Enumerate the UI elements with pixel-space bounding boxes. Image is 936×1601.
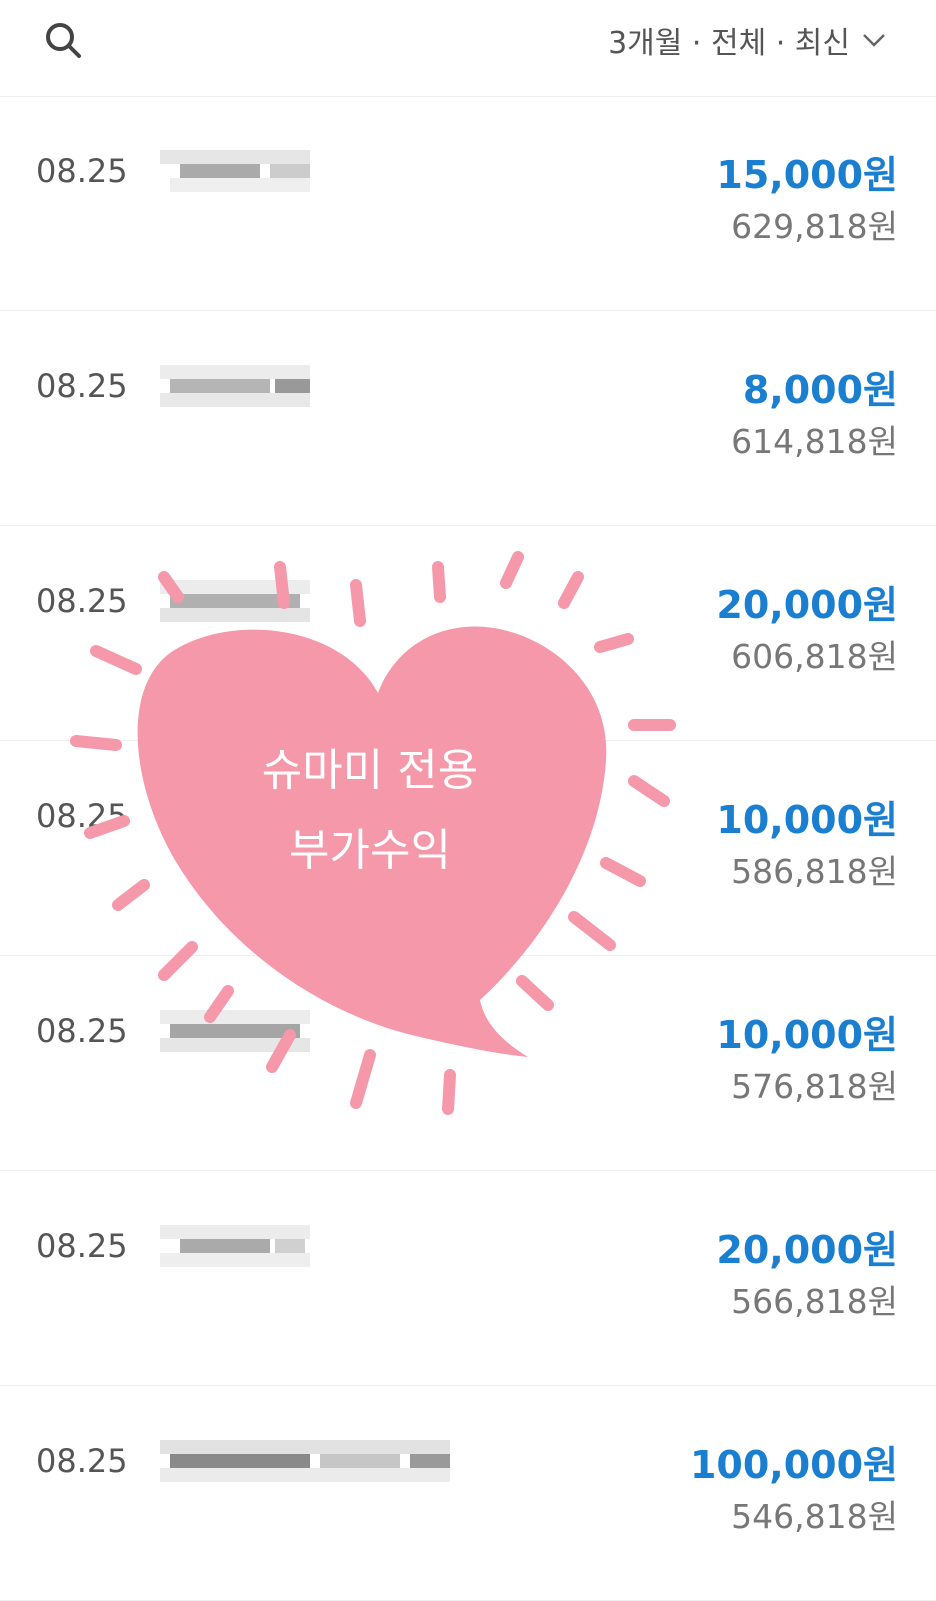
transaction-balance: 606,818원 [731, 637, 898, 676]
transaction-amount: 15,000원 [716, 153, 898, 197]
top-bar: 3개월 · 전체 · 최신 [0, 0, 936, 97]
transaction-row[interactable]: 08.25 20,000원 606,818원 [0, 526, 936, 741]
filter-dropdown[interactable]: 3개월 · 전체 · 최신 [608, 18, 886, 62]
chevron-down-icon [863, 34, 885, 47]
transaction-date: 08.25 [36, 582, 128, 620]
transaction-balance: 586,818원 [731, 852, 898, 891]
transaction-date: 08.25 [36, 1227, 128, 1265]
transaction-list: 08.25 15,000원 629,818원 08.25 8,000원 614,… [0, 96, 936, 1601]
transaction-row[interactable]: 08.25 8,000원 614,818원 [0, 311, 936, 526]
transaction-row[interactable]: 08.25 10,000원 586,818원 [0, 741, 936, 956]
transaction-date: 08.25 [36, 367, 128, 405]
transaction-date: 08.25 [36, 797, 128, 835]
transaction-amount: 10,000원 [716, 1013, 898, 1057]
transaction-date: 08.25 [36, 1012, 128, 1050]
transaction-balance: 614,818원 [731, 422, 898, 461]
transaction-amount: 20,000원 [716, 583, 898, 627]
transaction-row[interactable]: 08.25 100,000원 546,818원 [0, 1386, 936, 1601]
transaction-row[interactable]: 08.25 10,000원 576,818원 [0, 956, 936, 1171]
transaction-row[interactable]: 08.25 15,000원 629,818원 [0, 96, 936, 311]
transaction-row[interactable]: 08.25 20,000원 566,818원 [0, 1171, 936, 1386]
transaction-balance: 576,818원 [731, 1067, 898, 1106]
transaction-amount: 10,000원 [716, 798, 898, 842]
transaction-amount: 20,000원 [716, 1228, 898, 1272]
transaction-amount: 100,000원 [689, 1443, 898, 1487]
search-icon [46, 23, 81, 58]
transaction-balance: 546,818원 [731, 1497, 898, 1536]
filter-label: 3개월 · 전체 · 최신 [608, 26, 850, 61]
transaction-amount: 8,000원 [742, 368, 898, 412]
transaction-date: 08.25 [36, 1442, 128, 1480]
search-button[interactable] [40, 18, 88, 66]
transaction-balance: 566,818원 [731, 1282, 898, 1321]
transaction-date: 08.25 [36, 152, 128, 190]
transaction-balance: 629,818원 [731, 207, 898, 246]
